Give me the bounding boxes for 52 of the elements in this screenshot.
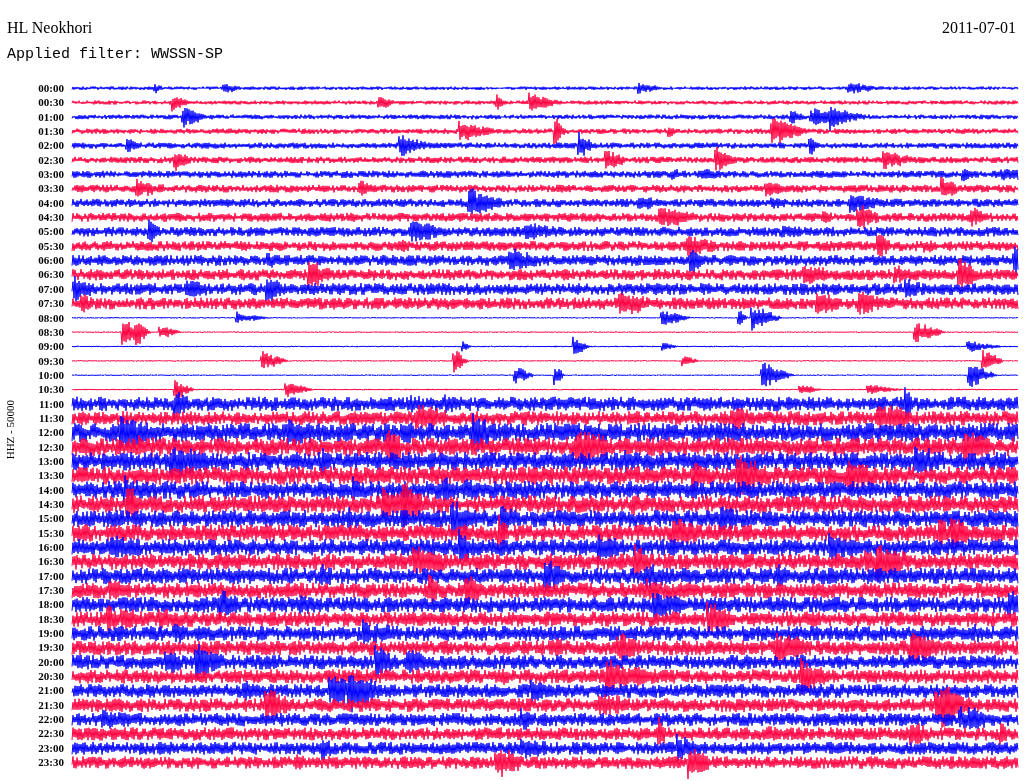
time-label: 16:30 [38,554,64,569]
time-label: 14:30 [38,496,64,512]
time-label: 01:30 [38,124,64,139]
time-label: 19:00 [38,626,64,641]
time-label: 18:30 [38,611,64,627]
time-label: 22:30 [38,726,64,741]
time-label: 02:30 [38,152,64,168]
time-label: 11:30 [38,410,64,426]
time-label: 20:30 [38,669,64,684]
time-label: 09:30 [38,353,64,368]
time-label: 18:00 [38,597,64,612]
date-label: 2011-07-01 [941,18,1017,38]
time-label: 08:30 [38,324,64,340]
time-label: 15:00 [38,511,64,526]
time-label: 23:00 [38,740,64,756]
time-label: 11:00 [38,396,64,411]
time-label: 01:00 [38,109,64,125]
time-label: 10:00 [38,367,64,383]
time-label: 04:00 [38,195,64,211]
time-label: 13:30 [38,468,64,483]
time-label: 05:30 [38,238,64,254]
time-label: 02:00 [38,138,64,153]
axis-label: HHZ - 50000 [2,400,17,460]
time-label: 00:00 [38,81,64,96]
time-label: 17:00 [38,568,64,584]
filter-label: Applied filter: WWSSN-SP [7,44,224,65]
time-label: 00:30 [38,95,64,110]
time-label: 21:30 [38,697,64,713]
time-label: 15:30 [38,525,64,540]
time-label: 10:30 [38,382,64,397]
time-label: 07:00 [38,281,64,297]
time-label: 07:30 [38,296,64,311]
time-label: 06:30 [38,267,64,282]
time-label: 21:00 [38,683,64,698]
time-label: 09:00 [38,339,64,354]
station-name: HL Neokhori [7,18,93,38]
time-label: 03:00 [38,167,64,182]
time-label: 19:30 [38,640,64,655]
time-label: 08:00 [38,310,64,325]
time-label: 16:00 [38,540,64,555]
time-label: 20:00 [38,654,64,670]
time-label: 13:00 [38,453,64,469]
time-label: 12:00 [38,425,64,440]
time-label: 04:30 [38,210,64,225]
time-label: 06:00 [38,253,64,268]
time-label: 23:30 [38,755,64,770]
time-label: 22:00 [38,712,64,727]
time-label: 05:00 [38,224,64,239]
time-label: 14:00 [38,482,64,497]
time-label: 03:30 [38,181,64,196]
time-label: 17:30 [38,583,64,598]
time-label: 12:30 [38,439,64,454]
